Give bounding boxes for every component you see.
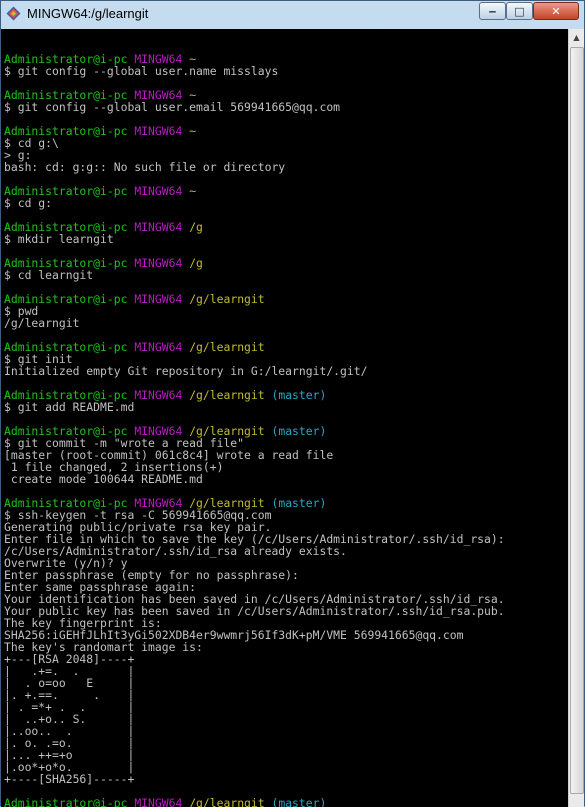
minimize-icon: ‒ <box>488 4 497 18</box>
prompt-line: Administrator@i-pc MINGW64 ~ <box>4 184 197 198</box>
prompt-line: Administrator@i-pc MINGW64 /g/learngit <box>4 340 265 354</box>
git-bash-app-icon <box>6 6 21 21</box>
terminal-output[interactable]: Administrator@i-pc MINGW64 ~ $ git config… <box>1 29 568 807</box>
vertical-scrollbar[interactable]: ▲ <box>568 29 584 807</box>
terminal-line: Initialized empty Git repository in G:/l… <box>4 364 368 378</box>
terminal-line: $ cd g: <box>4 196 53 210</box>
scrollbar-thumb[interactable] <box>570 47 584 794</box>
terminal-line: +----[SHA256]-----+ <box>4 772 135 786</box>
terminal-lines: Administrator@i-pc MINGW64 ~ $ git config… <box>4 41 505 807</box>
close-button[interactable]: ✕ <box>533 2 579 20</box>
prompt-line: Administrator@i-pc MINGW64 ~ <box>4 124 197 138</box>
terminal-line: $ git config --global user.email 5699416… <box>4 100 341 114</box>
terminal-line: $ git add README.md <box>4 400 135 414</box>
scroll-up-arrow-icon[interactable]: ▲ <box>569 29 584 45</box>
terminal-line: $ mkdir learngit <box>4 232 114 246</box>
prompt-line: Administrator@i-pc MINGW64 /g/learngit <box>4 292 265 306</box>
git-bash-window: MINGW64:/g/learngit ‒ □ ✕ Administrator@… <box>0 0 585 807</box>
title-bar[interactable]: MINGW64:/g/learngit ‒ □ ✕ <box>1 1 584 28</box>
window-title: MINGW64:/g/learngit <box>27 6 149 21</box>
terminal-line: create mode 100644 README.md <box>4 472 203 486</box>
terminal-line: $ pwd <box>4 304 39 318</box>
terminal-line: $ git config --global user.name misslays <box>4 64 279 78</box>
terminal-line: $ cd g:\ <box>4 136 59 150</box>
terminal-line: bash: cd: g:g:: No such file or director… <box>4 160 286 174</box>
maximize-icon: □ <box>514 4 525 18</box>
close-icon: ✕ <box>551 4 561 18</box>
minimize-button[interactable]: ‒ <box>479 2 506 20</box>
maximize-button[interactable]: □ <box>506 2 533 20</box>
terminal-line: /g/learngit <box>4 316 80 330</box>
terminal-line: $ cd learngit <box>4 268 94 282</box>
